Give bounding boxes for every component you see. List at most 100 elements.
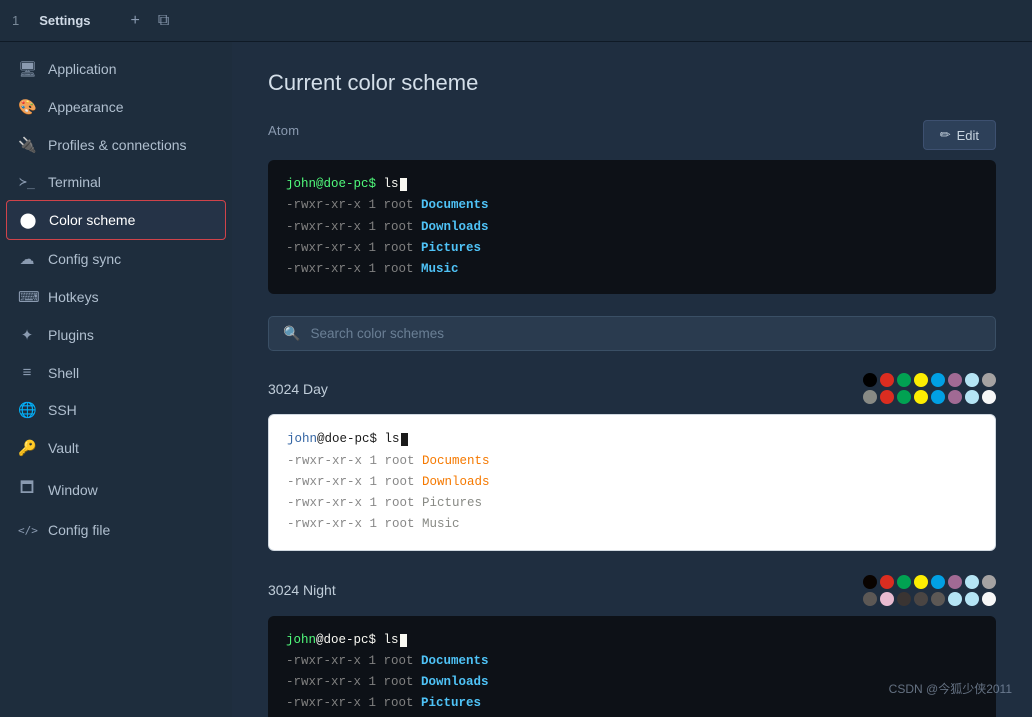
color-swatch bbox=[897, 390, 911, 404]
day-line-2: -rwxr-xr-x 1 root Downloads bbox=[287, 472, 977, 493]
color-swatch bbox=[863, 390, 877, 404]
sidebar: 🖥 Application 🎨 Appearance 🔌 Profiles & … bbox=[0, 42, 232, 717]
terminal-user: john@doe-pc$ bbox=[286, 177, 376, 191]
terminal-cmd: ls bbox=[376, 177, 399, 191]
color-swatch bbox=[982, 592, 996, 606]
color-swatch bbox=[931, 373, 945, 387]
night-line-3: -rwxr-xr-x 1 root Pictures bbox=[286, 693, 978, 714]
atom-header: Atom ✏ Edit bbox=[268, 120, 996, 150]
scheme-3024night-header: 3024 Night bbox=[268, 575, 996, 606]
day-line-4: -rwxr-xr-x 1 root Music bbox=[287, 514, 977, 535]
color-swatch bbox=[897, 373, 911, 387]
title-bar-actions: + ⧉ bbox=[131, 12, 170, 30]
color-swatch bbox=[914, 390, 928, 404]
sidebar-item-plugins[interactable]: ✦ Plugins bbox=[0, 316, 232, 354]
sidebar-label-configfile: Config file bbox=[48, 522, 110, 538]
sidebar-item-profiles[interactable]: 🔌 Profiles & connections bbox=[0, 126, 232, 164]
terminal-cursor bbox=[400, 178, 407, 191]
color-swatch bbox=[965, 390, 979, 404]
day-line-1: -rwxr-xr-x 1 root Documents bbox=[287, 451, 977, 472]
color-swatch bbox=[931, 575, 945, 589]
sidebar-label-shell: Shell bbox=[48, 365, 79, 381]
sidebar-label-application: Application bbox=[48, 61, 117, 77]
color-swatch bbox=[863, 592, 877, 606]
color-swatch bbox=[948, 592, 962, 606]
colorscheme-icon: ⬤ bbox=[19, 211, 37, 229]
application-icon: 🖥 bbox=[18, 60, 36, 78]
sidebar-item-application[interactable]: 🖥 Application bbox=[0, 50, 232, 88]
hotkeys-icon: ⌨ bbox=[18, 288, 36, 306]
vault-icon: 🔑 bbox=[18, 439, 36, 457]
color-swatch bbox=[965, 575, 979, 589]
color-swatch bbox=[880, 592, 894, 606]
scheme-card-3024day: 3024 Day john@doe-pc$ ls -rwxr-xr-x 1 ro… bbox=[268, 373, 996, 550]
shell-icon: ≡ bbox=[18, 364, 36, 381]
configfile-icon: </> bbox=[18, 524, 36, 537]
night-cursor bbox=[400, 634, 407, 647]
duplicate-icon[interactable]: ⧉ bbox=[158, 12, 169, 30]
configsync-icon: ☁ bbox=[18, 250, 36, 268]
color-swatch bbox=[897, 592, 911, 606]
appearance-icon: 🎨 bbox=[18, 98, 36, 116]
scheme-3024night-swatches bbox=[863, 575, 996, 606]
terminal-line-3: -rwxr-xr-x 1 root Pictures bbox=[286, 238, 978, 259]
profiles-icon: 🔌 bbox=[18, 136, 36, 154]
color-swatch bbox=[982, 575, 996, 589]
search-icon: 🔍 bbox=[283, 325, 300, 342]
atom-label: Atom bbox=[268, 123, 299, 138]
edit-icon: ✏ bbox=[940, 127, 951, 143]
window-icon: 🗖 bbox=[18, 477, 36, 502]
sidebar-label-configsync: Config sync bbox=[48, 251, 121, 267]
color-swatch bbox=[948, 373, 962, 387]
color-swatch bbox=[863, 575, 877, 589]
color-swatch bbox=[931, 592, 945, 606]
terminal-line-prompt: john@doe-pc$ ls bbox=[286, 174, 978, 195]
sidebar-item-shell[interactable]: ≡ Shell bbox=[0, 354, 232, 391]
scheme-card-3024night: 3024 Night john@doe-pc$ ls -rwxr-xr-x 1 … bbox=[268, 575, 996, 717]
scheme-3024day-preview: john@doe-pc$ ls -rwxr-xr-x 1 root Docume… bbox=[268, 414, 996, 550]
sidebar-label-appearance: Appearance bbox=[48, 99, 124, 115]
edit-label: Edit bbox=[957, 128, 979, 143]
sidebar-label-vault: Vault bbox=[48, 440, 79, 456]
sidebar-item-colorscheme[interactable]: ⬤ Color scheme bbox=[6, 200, 226, 240]
color-swatch bbox=[880, 390, 894, 404]
sidebar-item-ssh[interactable]: 🌐 SSH bbox=[0, 391, 232, 429]
search-bar[interactable]: 🔍 bbox=[268, 316, 996, 351]
sidebar-item-configsync[interactable]: ☁ Config sync bbox=[0, 240, 232, 278]
sidebar-label-ssh: SSH bbox=[48, 402, 77, 418]
content-area: Current color scheme Atom ✏ Edit john@do… bbox=[232, 42, 1032, 717]
search-input[interactable] bbox=[310, 326, 981, 341]
terminal-icon: ≻_ bbox=[18, 175, 36, 190]
sidebar-label-hotkeys: Hotkeys bbox=[48, 289, 99, 305]
sidebar-item-terminal[interactable]: ≻_ Terminal bbox=[0, 164, 232, 200]
sidebar-item-configfile[interactable]: </> Config file bbox=[0, 512, 232, 548]
color-swatch bbox=[880, 575, 894, 589]
scheme-3024day-swatches bbox=[863, 373, 996, 404]
main-layout: 🖥 Application 🎨 Appearance 🔌 Profiles & … bbox=[0, 42, 1032, 717]
scheme-3024night-preview: john@doe-pc$ ls -rwxr-xr-x 1 root Docume… bbox=[268, 616, 996, 717]
terminal-line-1: -rwxr-xr-x 1 root Documents bbox=[286, 195, 978, 216]
scheme-3024day-name: 3024 Day bbox=[268, 381, 328, 397]
night-line-1: -rwxr-xr-x 1 root Documents bbox=[286, 651, 978, 672]
sidebar-item-vault[interactable]: 🔑 Vault bbox=[0, 429, 232, 467]
color-swatch bbox=[880, 373, 894, 387]
color-swatch bbox=[948, 390, 962, 404]
color-swatch bbox=[965, 373, 979, 387]
day-line-prompt: john@doe-pc$ ls bbox=[287, 429, 977, 450]
scheme-3024day-header: 3024 Day bbox=[268, 373, 996, 404]
sidebar-item-window[interactable]: 🗖 Window bbox=[0, 467, 232, 512]
title-bar: 1 Settings + ⧉ bbox=[0, 0, 1032, 42]
tab-number: 1 bbox=[12, 13, 19, 28]
scheme-3024night-name: 3024 Night bbox=[268, 582, 336, 598]
plugins-icon: ✦ bbox=[18, 326, 36, 344]
color-swatch bbox=[914, 575, 928, 589]
edit-button[interactable]: ✏ Edit bbox=[923, 120, 996, 150]
sidebar-item-appearance[interactable]: 🎨 Appearance bbox=[0, 88, 232, 126]
new-tab-icon[interactable]: + bbox=[131, 12, 140, 30]
watermark: CSDN @今狐少侠2011 bbox=[889, 680, 1012, 697]
color-swatch bbox=[897, 575, 911, 589]
sidebar-item-hotkeys[interactable]: ⌨ Hotkeys bbox=[0, 278, 232, 316]
night-line-prompt: john@doe-pc$ ls bbox=[286, 630, 978, 651]
color-swatch bbox=[982, 373, 996, 387]
terminal-line-2: -rwxr-xr-x 1 root Downloads bbox=[286, 217, 978, 238]
